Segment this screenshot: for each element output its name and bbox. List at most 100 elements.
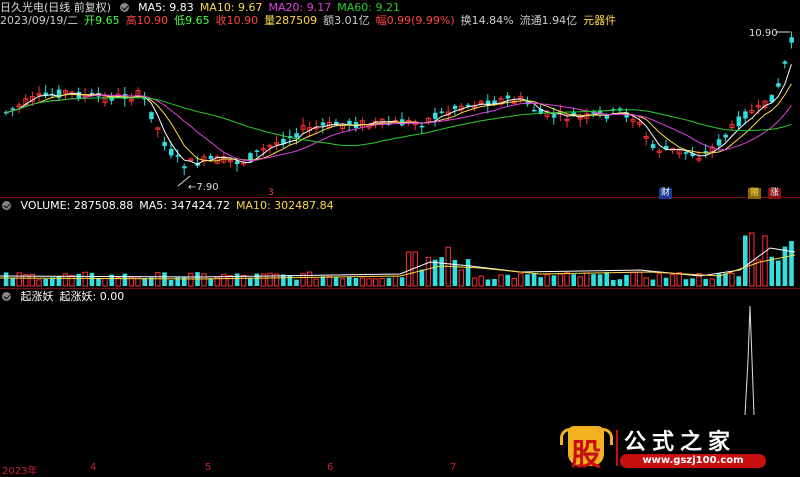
volume-bar [287, 275, 293, 286]
volume-ma10 [0, 254, 796, 280]
volume-bar [62, 273, 69, 287]
x-axis-month: 4 [90, 462, 97, 473]
volume-bar [432, 259, 438, 286]
volume-bar [294, 279, 299, 286]
volume-bar [669, 274, 676, 287]
volume-bar [234, 273, 240, 286]
candle-body [208, 155, 214, 159]
volume-bar [221, 273, 227, 287]
chart-header: 日久光电(日线 前复权) MA5: 9.83 MA10: 9.67 MA20: 9.… [0, 1, 412, 14]
volume-bar [419, 269, 425, 286]
candle-body [736, 116, 742, 127]
candle-body [419, 125, 425, 128]
badge-rise[interactable]: 涨 [768, 188, 782, 199]
volume-bar [564, 272, 570, 287]
candle-body [433, 112, 438, 119]
volume-bar [405, 251, 412, 287]
volume-bar [89, 272, 95, 286]
quote-bar: 2023/09/19/二 开9.65 高10.90 低9.65 收10.90 量28750… [0, 14, 622, 27]
volume-bar [703, 278, 708, 286]
price-volume-chart[interactable]: 10.90 ←7.90 [0, 0, 800, 475]
volume-bar [320, 276, 326, 286]
candle-body [776, 83, 781, 87]
candle-body [294, 133, 299, 138]
volume-label: VOLUME: 287508.88 [20, 199, 134, 212]
candle-body [169, 148, 174, 156]
candle-body [789, 37, 794, 43]
volume-bar [392, 275, 399, 287]
volume-bar [676, 272, 682, 287]
volume-bar [538, 277, 543, 286]
candle-body [716, 139, 722, 146]
indicator-label: 起涨妖: 0.00 [59, 290, 125, 303]
expand-icon[interactable] [2, 201, 11, 210]
badge-finance[interactable]: 财 [659, 188, 673, 199]
indicator-header: 起涨妖 起涨妖: 0.00 [0, 290, 136, 303]
logo-url[interactable]: www.gszj100.com [620, 454, 766, 468]
volume-bar [10, 277, 15, 286]
quote-field: 元器件 [583, 14, 617, 27]
expand-icon[interactable] [119, 3, 129, 12]
volume-bar [168, 279, 174, 286]
volume-bar [690, 278, 695, 286]
volume-values: VOLUME: 287508.88 MA5: 347424.72 MA10: 302… [21, 199, 340, 212]
ma-label: MA10: 9.67 [199, 1, 263, 14]
volume-bar [716, 273, 722, 286]
volume-bar [769, 256, 774, 286]
quote-field: 高10.90 [125, 14, 169, 27]
volume-bar [650, 279, 656, 286]
low-price-label: ←7.90 [188, 182, 219, 193]
volume-bar [313, 278, 319, 287]
volume-bar [544, 274, 550, 287]
quote-field: 幅0.99(9.99%) [375, 14, 455, 27]
candle-body [723, 134, 728, 138]
volume-bar [399, 277, 405, 286]
candle-body [10, 108, 16, 110]
volume-bar [683, 279, 689, 286]
indicator-label: 起涨妖 [20, 290, 54, 303]
volume-bar [208, 278, 213, 286]
volume-bar [571, 274, 576, 286]
volume-bar [122, 273, 128, 286]
volume-bar [353, 277, 359, 286]
x-axis-month: 7 [450, 462, 457, 473]
logo-char: 股 [571, 438, 601, 473]
indicator-values: 起涨妖 起涨妖: 0.00 [21, 290, 131, 303]
x-axis-month: 6 [327, 462, 334, 473]
candle-body [703, 151, 709, 153]
volume-bar [617, 279, 623, 286]
volume-bar [492, 279, 497, 286]
ma-label: MA5: 9.83 [138, 1, 194, 14]
volume-bar [366, 278, 372, 287]
candle-body [683, 152, 689, 154]
volume-bar [333, 276, 339, 286]
quote-field: 收10.90 [215, 14, 259, 27]
quote-field: 2023/09/19/二 [0, 14, 79, 27]
volume-bar [525, 274, 530, 286]
volume-label: MA5: 347424.72 [139, 199, 230, 212]
volume-bar [227, 275, 234, 287]
quote-field: 量287509 [264, 14, 318, 27]
candle-body [320, 122, 326, 126]
volume-bar [201, 273, 207, 287]
volume-bar [359, 277, 366, 287]
volume-bar [604, 272, 609, 286]
volume-bar [76, 273, 81, 286]
pane-divider-1 [0, 197, 800, 198]
volume-label: MA10: 302487.84 [235, 199, 334, 212]
volume-bar [485, 279, 491, 286]
volume-bar [636, 271, 643, 287]
volume-bar [656, 273, 663, 287]
volume-header: VOLUME: 287508.88 MA5: 347424.72 MA10: 302… [0, 199, 346, 212]
volume-bar [782, 246, 788, 286]
volume-bar [591, 274, 596, 286]
candle-body [650, 144, 656, 149]
expand-icon[interactable] [2, 292, 11, 301]
volume-bar [3, 272, 9, 286]
volume-bar [82, 271, 88, 287]
volume-bar [339, 278, 346, 287]
volume-bar [465, 259, 471, 286]
badge-gift[interactable]: 赠 [748, 188, 762, 199]
candle-body [182, 166, 187, 169]
volume-bar [478, 275, 484, 287]
